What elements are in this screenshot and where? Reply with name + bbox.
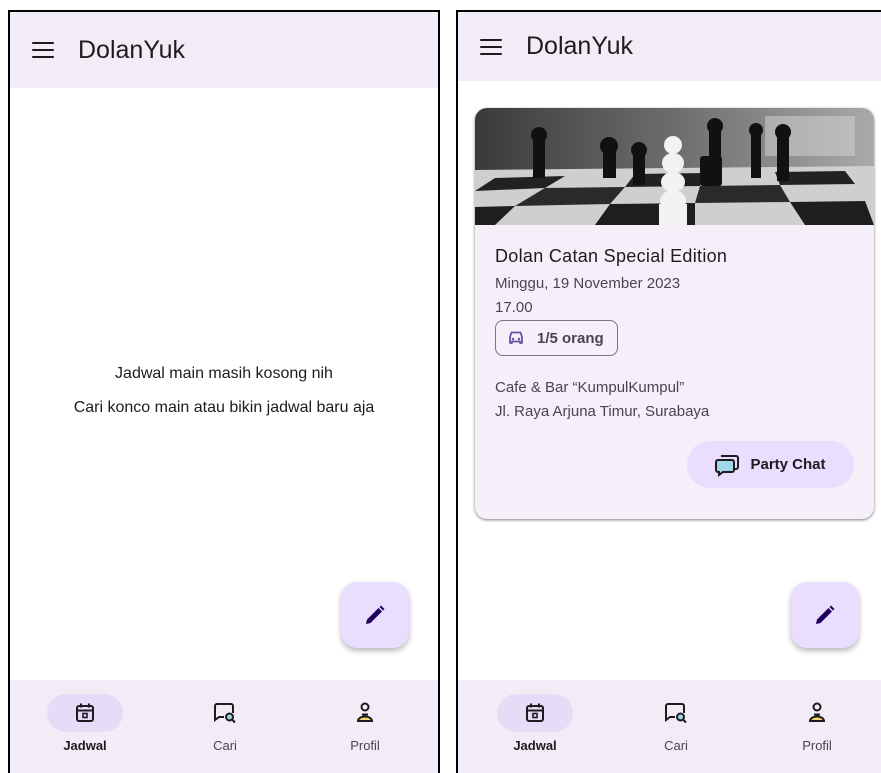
nav-item-jadwal[interactable]: Jadwal [30, 694, 140, 753]
empty-state-line-1: Jadwal main masih kosong nih [115, 365, 333, 382]
party-chat-label: Party Chat [750, 456, 826, 473]
event-date: Minggu, 19 November 2023 [495, 275, 681, 292]
pencil-icon [816, 605, 835, 624]
event-title: Dolan Catan Special Edition [495, 246, 728, 266]
chess-board-image [475, 108, 874, 225]
party-chat-button[interactable]: Party Chat [687, 441, 854, 488]
calendar-icon [526, 703, 544, 722]
app-title: DolanYuk [78, 35, 186, 64]
menu-icon[interactable] [480, 38, 502, 55]
nav-label-profil: Profil [350, 738, 380, 753]
nav-label-cari: Cari [664, 738, 688, 753]
profile-icon [808, 702, 826, 722]
search-chat-icon [665, 703, 687, 724]
bottom-navigation: Jadwal Cari Profil [458, 680, 881, 773]
nav-item-profil[interactable]: Profil [310, 694, 420, 753]
chat-icon [715, 454, 740, 477]
nav-item-profil[interactable]: Profil [762, 694, 872, 753]
car-icon [509, 331, 523, 344]
event-venue: Cafe & Bar “KumpulKumpul” [495, 379, 685, 396]
top-app-bar: DolanYuk [458, 12, 881, 81]
menu-icon[interactable] [32, 42, 54, 58]
calendar-icon [76, 703, 94, 722]
profile-icon [356, 702, 374, 722]
schedule-screen: DolanYuk Dolan Catan Special Edition Min… [456, 10, 881, 773]
capacity-label: 1/5 orang [537, 329, 604, 347]
search-chat-icon [214, 703, 236, 724]
pencil-icon [366, 605, 385, 624]
event-time: 17.00 [495, 299, 533, 316]
nav-item-jadwal[interactable]: Jadwal [480, 694, 590, 753]
app-title: DolanYuk [526, 32, 634, 60]
create-schedule-fab[interactable] [791, 582, 859, 648]
bottom-navigation: Jadwal Cari Profil [10, 680, 438, 773]
empty-schedule-screen: DolanYuk Jadwal main masih kosong nih Ca… [8, 10, 440, 773]
event-address: Jl. Raya Arjuna Timur, Surabaya [495, 403, 710, 420]
nav-item-cari[interactable]: Cari [170, 694, 280, 753]
capacity-chip: 1/5 orang [495, 320, 618, 356]
nav-label-jadwal: Jadwal [63, 738, 107, 753]
event-card[interactable]: Dolan Catan Special Edition Minggu, 19 N… [475, 108, 874, 519]
nav-label-profil: Profil [802, 738, 832, 753]
empty-state-message: Jadwal main masih kosong nih Cari konco … [10, 357, 438, 425]
create-schedule-fab[interactable] [341, 582, 409, 648]
nav-label-cari: Cari [213, 738, 237, 753]
empty-state-line-2: Cari konco main atau bikin jadwal baru a… [73, 399, 375, 416]
nav-label-jadwal: Jadwal [513, 738, 557, 753]
nav-item-cari[interactable]: Cari [621, 694, 731, 753]
top-app-bar: DolanYuk [10, 12, 438, 88]
